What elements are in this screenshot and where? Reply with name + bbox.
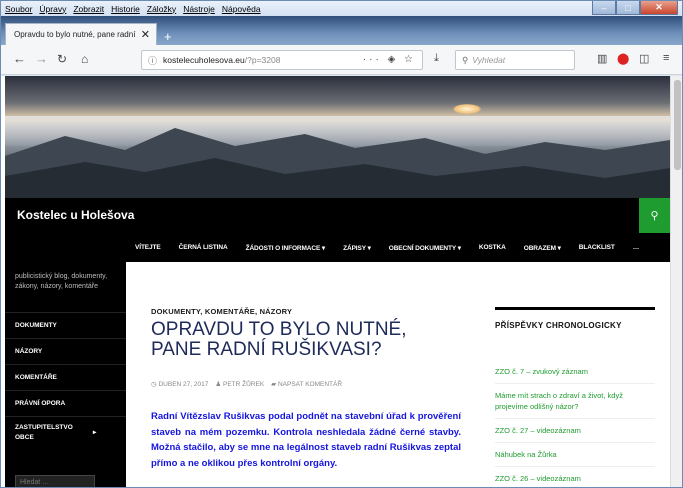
nav-toolbar: ← → ↻ ⌂ ⓘ kostelecuholesova.eu /?p=3208 … bbox=[1, 45, 682, 75]
menu-upravy[interactable]: Úpravy bbox=[39, 4, 66, 14]
user-icon: ♟ bbox=[215, 381, 223, 388]
url-path: /?p=3208 bbox=[244, 55, 281, 65]
menu-nastroje[interactable]: Nástroje bbox=[183, 4, 215, 14]
nav-more[interactable]: … bbox=[633, 244, 640, 251]
post-title[interactable]: OPRAVDU TO BYLO NUTNÉ, PANE RADNÍ RUŠIKV… bbox=[151, 320, 451, 360]
primary-nav: VÍTEJTE ČERNÁ LISTINA ŽÁDOSTI O INFORMAC… bbox=[5, 233, 670, 262]
main-content: DOKUMENTY, KOMENTÁŘE, NÁZORY OPRAVDU TO … bbox=[126, 262, 470, 487]
post-comment[interactable]: ▰ NAPSAT KOMENTÁŘ bbox=[271, 380, 342, 388]
window-controls: – □ ✕ bbox=[592, 1, 678, 15]
site-title[interactable]: Kostelec u Holešova bbox=[17, 208, 134, 222]
widget-title: PŘÍSPĚVKY CHRONOLOGICKY bbox=[495, 321, 622, 330]
page-actions-icons[interactable]: ··· ◈ ☆ bbox=[363, 54, 416, 65]
post-comment-text: NAPSAT KOMENTÁŘ bbox=[277, 381, 343, 388]
search-icon: ⚲ bbox=[650, 210, 659, 222]
nav-vitejte[interactable]: VÍTEJTE bbox=[135, 244, 161, 251]
left-menu-komentare[interactable]: KOMENTÁŘE bbox=[5, 364, 126, 390]
left-menu-pravni-opora[interactable]: PRÁVNÍ OPORA bbox=[5, 390, 126, 416]
sidebar-icon[interactable]: ◫ bbox=[639, 52, 649, 65]
back-icon[interactable]: ← bbox=[13, 52, 26, 66]
left-menu-dokumenty[interactable]: DOKUMENTY bbox=[5, 312, 126, 338]
post-author[interactable]: ♟ PETR ŽŮREK bbox=[215, 380, 264, 388]
left-menu-zastupitelstvo[interactable]: ZASTUPITELSTVO OBCE ▸ bbox=[5, 416, 126, 448]
submenu-arrow-icon: ▸ bbox=[93, 428, 97, 436]
recent-post-link[interactable]: ZZO č. 26 – videozáznam bbox=[495, 467, 655, 487]
nav-zadosti[interactable]: ŽÁDOSTI O INFORMACE ▾ bbox=[246, 244, 326, 252]
nav-zapisy[interactable]: ZÁPISY ▾ bbox=[343, 244, 371, 252]
left-search-placeholder: Hledat … bbox=[20, 478, 50, 486]
minimize-button[interactable]: – bbox=[592, 1, 616, 15]
scrollbar-thumb[interactable] bbox=[674, 80, 681, 170]
left-menu-label: PRÁVNÍ OPORA bbox=[15, 400, 66, 407]
url-host: kostelecuholesova.eu bbox=[163, 55, 245, 65]
post-excerpt: Radní Vítězslav Rušikvas podal podnět na… bbox=[151, 411, 461, 469]
left-menu-nazory[interactable]: NÁZORY bbox=[5, 338, 126, 364]
menu-zalozky[interactable]: Záložky bbox=[147, 4, 176, 14]
header-image bbox=[5, 76, 670, 198]
left-menu-label: DOKUMENTY bbox=[15, 322, 57, 329]
post-meta: ◷ DUBEN 27, 2017 ♟ PETR ŽŮREK ▰ NAPSAT K… bbox=[151, 380, 342, 388]
mountains-graphic bbox=[5, 128, 670, 198]
window-close-button[interactable]: ✕ bbox=[640, 1, 678, 15]
nav-obrazem[interactable]: OBRAZEM ▾ bbox=[524, 244, 561, 252]
post-date-text: DUBEN 27, 2017 bbox=[158, 381, 209, 388]
browser-window: Soubor Úpravy Zobrazit Historie Záložky … bbox=[0, 0, 683, 488]
tab-title: Opravdu to bylo nutné, pane radní bbox=[14, 30, 136, 39]
library-icon[interactable]: ▥ bbox=[597, 52, 607, 65]
left-menu-label: NÁZORY bbox=[15, 348, 43, 355]
menu-napoveda[interactable]: Nápověda bbox=[222, 4, 261, 14]
post-author-text: PETR ŽŮREK bbox=[223, 381, 265, 388]
page-viewport: Kostelec u Holešova ⚲ VÍTEJTE ČERNÁ LIST… bbox=[1, 76, 682, 487]
tab-bar: Opravdu to bylo nutné, pane radní ✕ + bbox=[1, 16, 682, 45]
search-box[interactable]: ⚲ Vyhledat bbox=[455, 50, 575, 70]
adblock-icon[interactable]: ⬤ bbox=[617, 52, 629, 65]
nav-obecni-dokumenty[interactable]: OBECNÍ DOKUMENTY ▾ bbox=[389, 244, 461, 252]
forward-icon[interactable]: → bbox=[35, 52, 48, 66]
nav-kostka[interactable]: KOSTKA bbox=[479, 244, 506, 251]
nav-cerna-listina[interactable]: ČERNÁ LISTINA bbox=[179, 244, 228, 251]
right-sidebar: PŘÍSPĚVKY CHRONOLOGICKY ZZO č. 7 – zvuko… bbox=[485, 262, 655, 487]
post-date[interactable]: ◷ DUBEN 27, 2017 bbox=[151, 380, 208, 388]
info-icon[interactable]: ⓘ bbox=[148, 54, 157, 67]
left-search-input[interactable]: Hledat … bbox=[15, 475, 95, 487]
menu-historie[interactable]: Historie bbox=[111, 4, 140, 14]
recent-post-link[interactable]: ZZO č. 27 – videozáznam bbox=[495, 419, 655, 443]
menu-soubor[interactable]: Soubor bbox=[5, 4, 32, 14]
menu-bar: Soubor Úpravy Zobrazit Historie Záložky … bbox=[1, 1, 682, 16]
recent-post-link[interactable]: ZZO č. 7 – zvukový záznam bbox=[495, 360, 655, 384]
page-scrollbar[interactable] bbox=[670, 76, 682, 487]
url-bar[interactable]: ⓘ kostelecuholesova.eu /?p=3208 ··· ◈ ☆ bbox=[141, 50, 423, 70]
tab-close-icon[interactable]: ✕ bbox=[141, 28, 150, 41]
site-title-bar: Kostelec u Holešova ⚲ bbox=[5, 198, 670, 233]
left-menu-label: KOMENTÁŘE bbox=[15, 374, 57, 381]
hamburger-menu-icon[interactable]: ≡ bbox=[663, 52, 669, 64]
left-sidebar: publicistický blog, dokumenty, zákony, n… bbox=[5, 262, 126, 487]
menu-zobrazit[interactable]: Zobrazit bbox=[73, 4, 104, 14]
download-icon[interactable]: ⤓ bbox=[434, 52, 439, 65]
post-categories[interactable]: DOKUMENTY, KOMENTÁŘE, NÁZORY bbox=[151, 307, 292, 316]
nav-blacklist[interactable]: BLACKLIST bbox=[579, 244, 615, 251]
recent-posts-list: ZZO č. 7 – zvukový záznam Máme mít strac… bbox=[495, 360, 655, 487]
site-search-button[interactable]: ⚲ bbox=[639, 198, 670, 233]
recent-post-link[interactable]: Náhubek na Žůrka bbox=[495, 443, 655, 467]
site-tagline: publicistický blog, dokumenty, zákony, n… bbox=[15, 273, 108, 290]
comment-icon: ▰ bbox=[271, 381, 278, 388]
left-menu-label: ZASTUPITELSTVO OBCE bbox=[15, 423, 73, 441]
home-icon[interactable]: ⌂ bbox=[81, 52, 88, 66]
reload-icon[interactable]: ↻ bbox=[57, 52, 67, 66]
maximize-button[interactable]: □ bbox=[616, 1, 640, 15]
tab-active[interactable]: Opravdu to bylo nutné, pane radní ✕ bbox=[5, 23, 157, 45]
new-tab-button[interactable]: + bbox=[164, 30, 172, 43]
widget-top-rule bbox=[495, 307, 655, 310]
search-placeholder: Vyhledat bbox=[472, 55, 506, 65]
search-icon: ⚲ bbox=[462, 54, 469, 65]
recent-post-link[interactable]: Máme mít strach o zdraví a život, když p… bbox=[495, 384, 655, 419]
